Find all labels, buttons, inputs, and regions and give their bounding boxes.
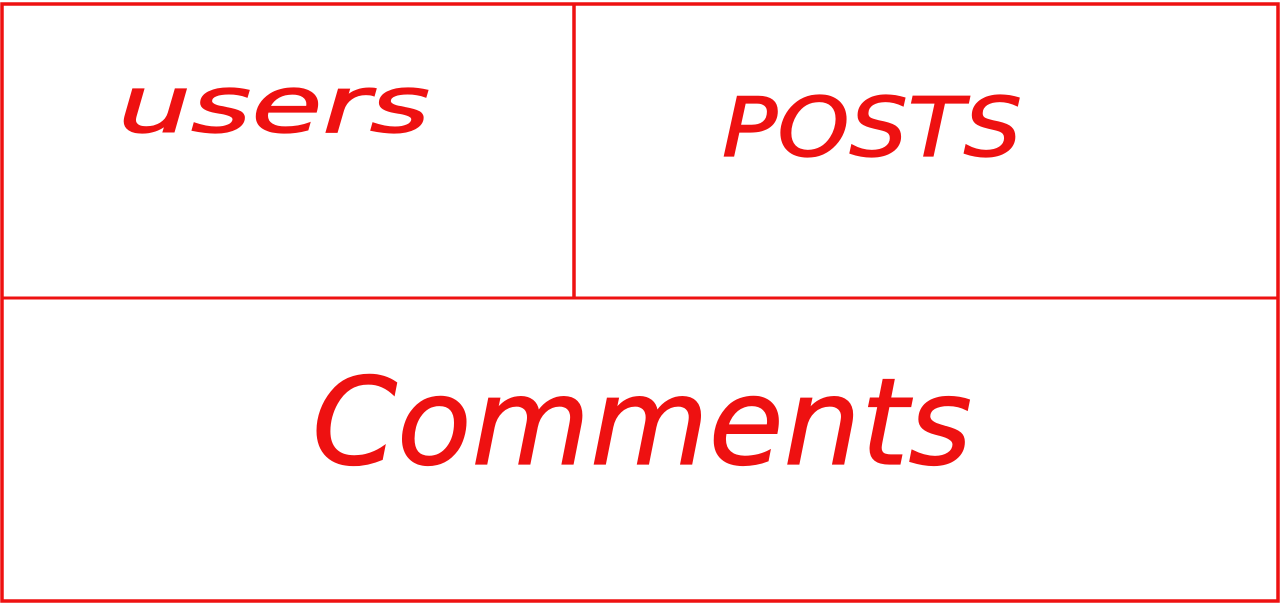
users-label: users xyxy=(118,61,430,151)
posts-panel: POSTS xyxy=(721,80,1022,176)
users-panel: users xyxy=(117,60,430,151)
posts-label: POSTS xyxy=(722,81,1022,176)
wireframe-canvas: users POSTS Comments xyxy=(0,2,1280,603)
wireframe-diagram: users POSTS Comments xyxy=(0,0,1280,603)
comments-panel: Comments xyxy=(311,353,972,493)
comments-label: Comments xyxy=(312,354,972,493)
